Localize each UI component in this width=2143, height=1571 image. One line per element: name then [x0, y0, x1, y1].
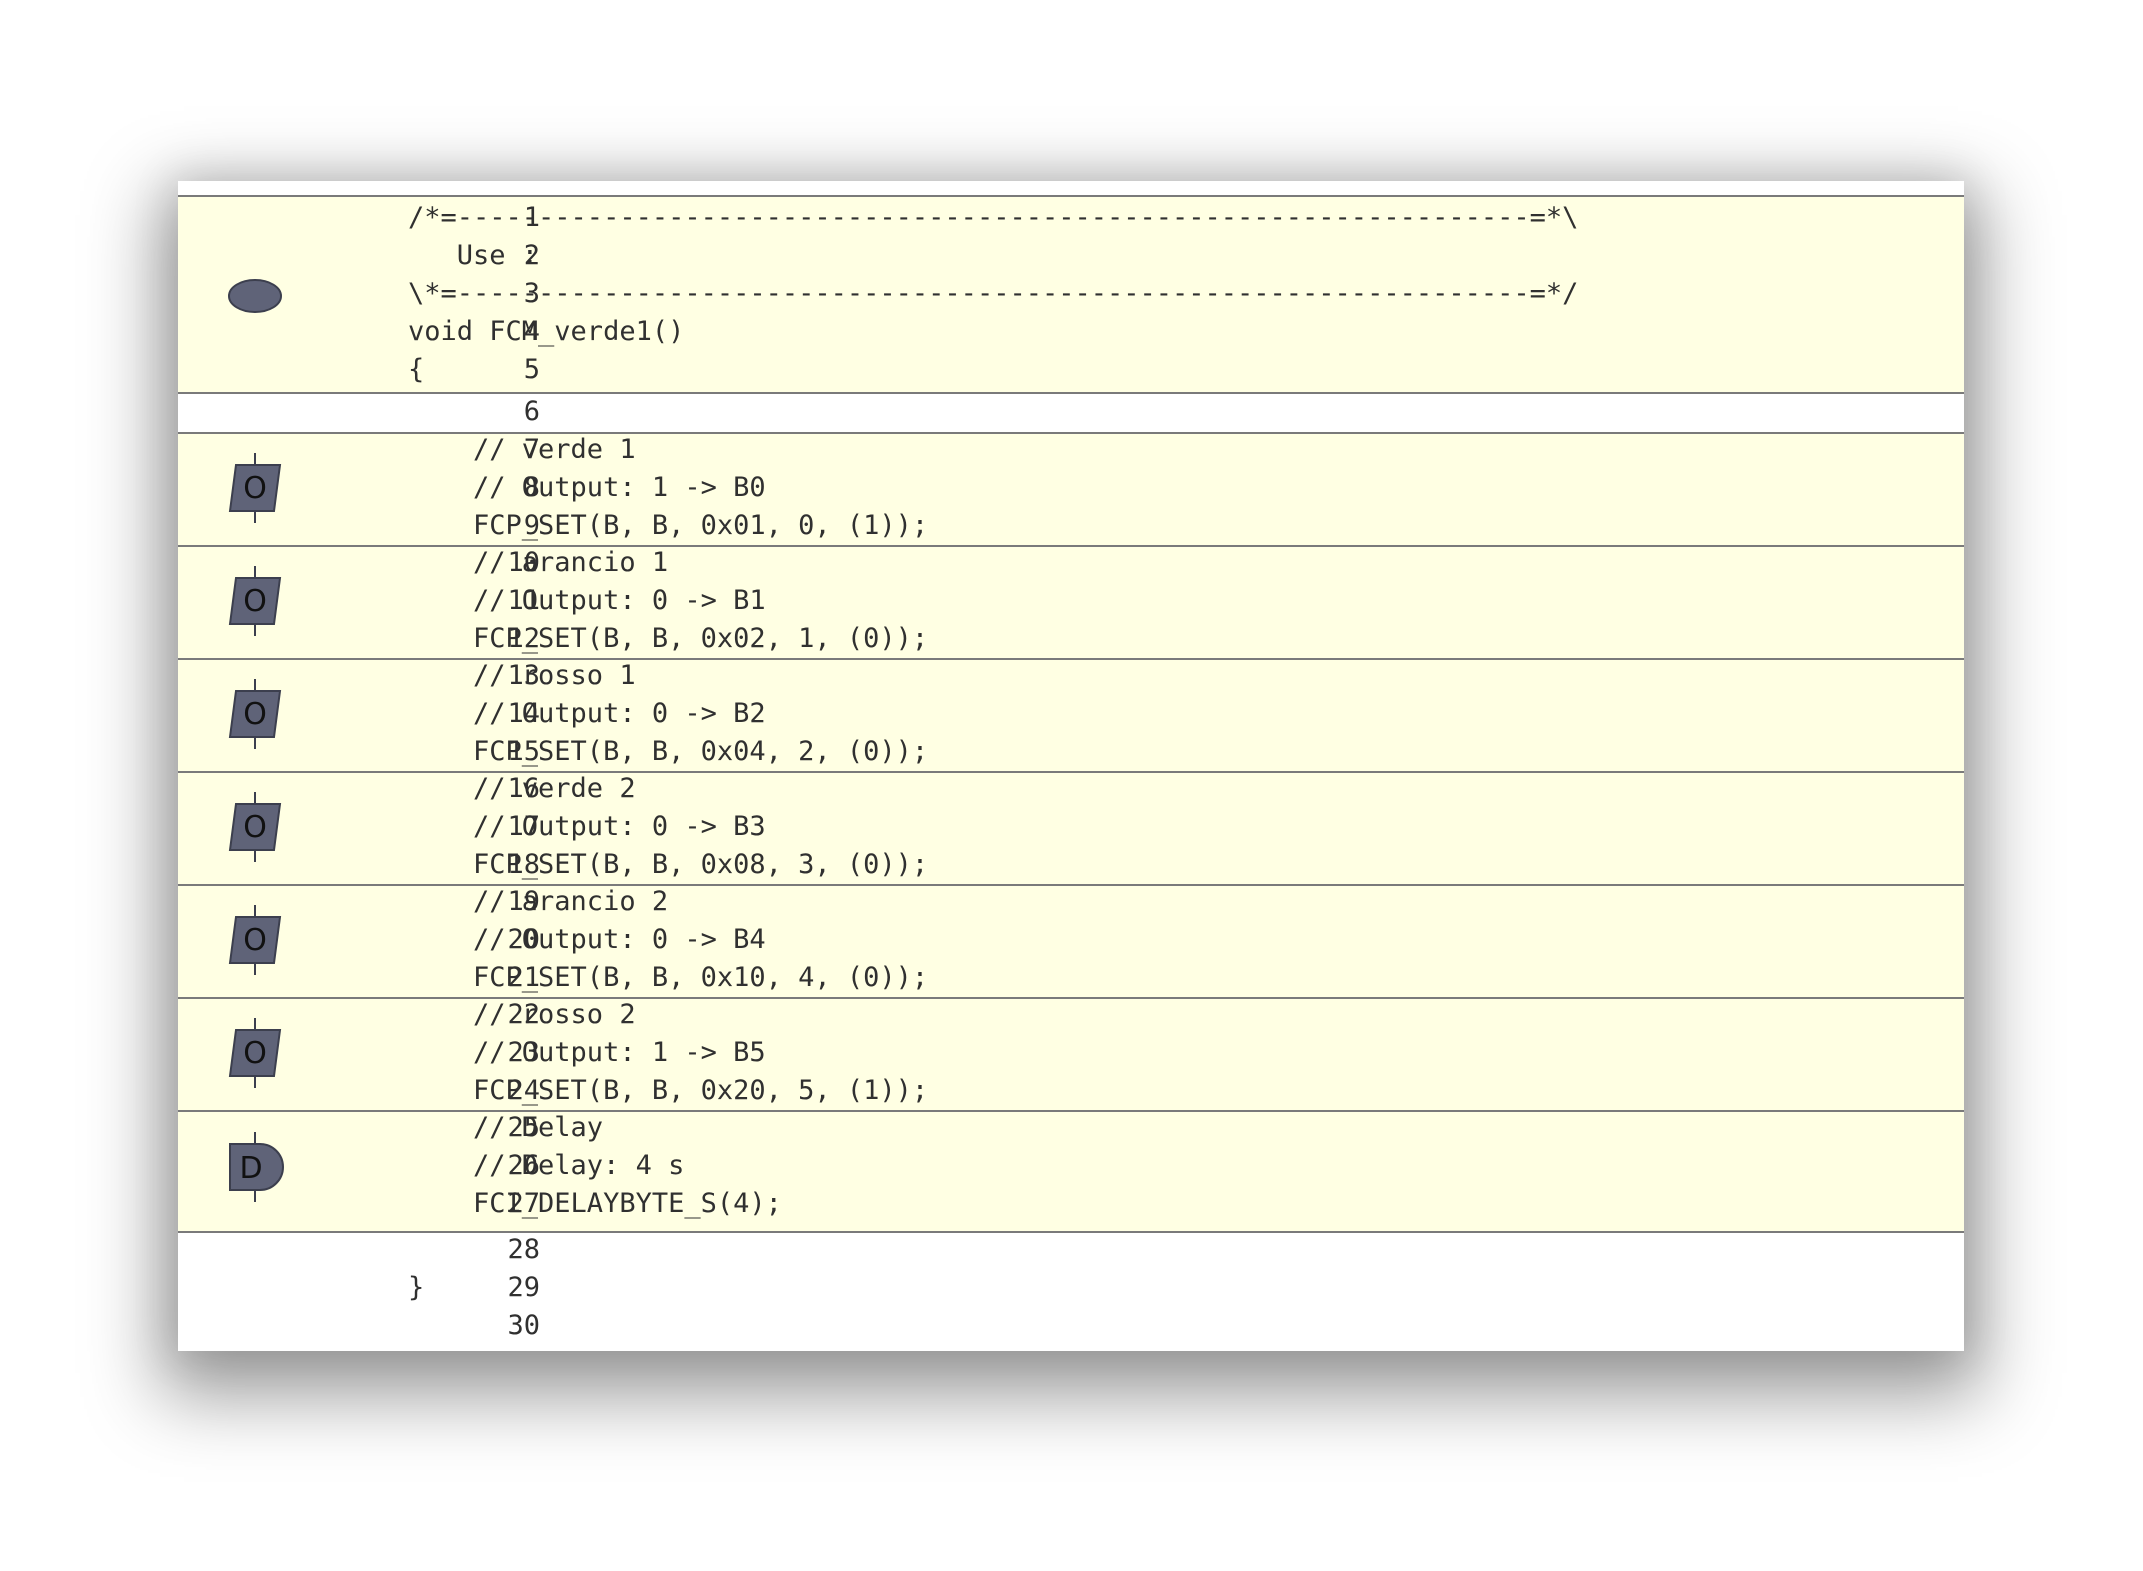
code-line: 26 // Delay: 4 s	[178, 1147, 1964, 1185]
code-text: // arancio 1	[408, 547, 669, 578]
code-line: 13 // rosso 1	[178, 657, 1964, 695]
line-number: 30	[507, 1310, 540, 1341]
code-text: FCP_SET(B, B, 0x04, 2, (0));	[408, 736, 929, 767]
code-line: 24 FCP_SET(B, B, 0x20, 5, (1));	[178, 1072, 1964, 1110]
code-line: 18 FCP_SET(B, B, 0x08, 3, (0));	[178, 846, 1964, 884]
code-line: 9 FCP_SET(B, B, 0x01, 0, (1));	[178, 507, 1964, 545]
code-line: 29}	[178, 1269, 1964, 1307]
code-text: // Output: 0 -> B1	[408, 585, 766, 616]
code-line: 8 // Output: 1 -> B0	[178, 469, 1964, 507]
code-line: 4 void FCM_verde1()	[178, 313, 1964, 351]
code-line: 25 // Delay	[178, 1109, 1964, 1147]
code-text: // rosso 1	[408, 660, 636, 691]
code-text: FCP_SET(B, B, 0x10, 4, (0));	[408, 962, 929, 993]
code-view-panel: O O O O O O D 1 /*=---------------------…	[178, 181, 1964, 1351]
code-text: void FCM_verde1()	[408, 316, 685, 347]
code-text: /*=-------------------------------------…	[408, 202, 1579, 233]
code-line: 12 FCP_SET(B, B, 0x02, 1, (0));	[178, 620, 1964, 658]
line-number: 29	[507, 1272, 540, 1303]
code-text: FCP_SET(B, B, 0x02, 1, (0));	[408, 623, 929, 654]
code-text: // arancio 2	[408, 886, 669, 917]
code-text: FCP_SET(B, B, 0x08, 3, (0));	[408, 849, 929, 880]
code-text: // verde 1	[408, 434, 636, 465]
code-line: 14 // Output: 0 -> B2	[178, 695, 1964, 733]
code-text: // Delay: 4 s	[408, 1150, 685, 1181]
code-line: 27 FCI_DELAYBYTE_S(4);	[178, 1185, 1964, 1223]
code-text: // rosso 2	[408, 999, 636, 1030]
code-text: // Output: 1 -> B5	[408, 1037, 766, 1068]
code-line: 10 // arancio 1	[178, 544, 1964, 582]
code-line: 19 // arancio 2	[178, 883, 1964, 921]
code-text: {	[408, 354, 425, 385]
code-line: 7 // verde 1	[178, 431, 1964, 469]
code-text: Use :	[408, 240, 539, 271]
code-line: 3 \*=------------------------------------…	[178, 275, 1964, 313]
code-text: FCI_DELAYBYTE_S(4);	[408, 1188, 782, 1219]
code-line: 1/*=------------------------------------…	[178, 199, 1964, 237]
code-text: // Delay	[408, 1112, 604, 1143]
code-line: 30	[178, 1307, 1964, 1345]
code-line: 11 // Output: 0 -> B1	[178, 582, 1964, 620]
code-text: // Output: 0 -> B4	[408, 924, 766, 955]
code-text: // Output: 1 -> B0	[408, 472, 766, 503]
code-line: 5{	[178, 351, 1964, 389]
code-text: // verde 2	[408, 773, 636, 804]
code-line: 21 FCP_SET(B, B, 0x10, 4, (0));	[178, 959, 1964, 997]
line-number: 5	[523, 354, 540, 385]
code-line: 22 // rosso 2	[178, 996, 1964, 1034]
code-text: // Output: 0 -> B2	[408, 698, 766, 729]
code-line: 17 // Output: 0 -> B3	[178, 808, 1964, 846]
line-number: 6	[523, 396, 540, 427]
code-line: 16 // verde 2	[178, 770, 1964, 808]
code-text: // Output: 0 -> B3	[408, 811, 766, 842]
code-line: 6	[178, 393, 1964, 431]
code-line: 15 FCP_SET(B, B, 0x04, 2, (0));	[178, 733, 1964, 771]
code-line: 2 Use :	[178, 237, 1964, 275]
code-line: 23 // Output: 1 -> B5	[178, 1034, 1964, 1072]
code-text: }	[408, 1272, 425, 1303]
code-line: 28	[178, 1231, 1964, 1269]
code-text: FCP_SET(B, B, 0x20, 5, (1));	[408, 1075, 929, 1106]
code-line: 20 // Output: 0 -> B4	[178, 921, 1964, 959]
code-text: FCP_SET(B, B, 0x01, 0, (1));	[408, 510, 929, 541]
line-number: 28	[507, 1234, 540, 1265]
code-text: \*=-------------------------------------…	[408, 278, 1579, 309]
